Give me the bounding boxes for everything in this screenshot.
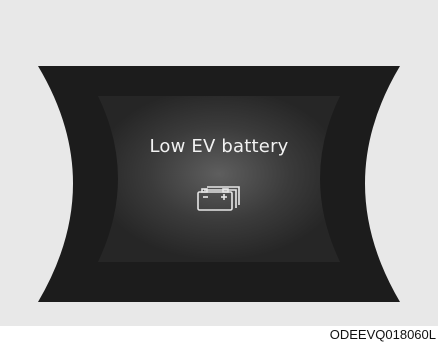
figure-code-label: ODEEVQ018060L: [329, 327, 436, 342]
cluster-display: [38, 66, 400, 302]
warning-message: Low EV battery: [149, 136, 289, 157]
instrument-panel-background: Low EV battery: [0, 0, 438, 326]
ev-battery-icon: [197, 186, 240, 211]
